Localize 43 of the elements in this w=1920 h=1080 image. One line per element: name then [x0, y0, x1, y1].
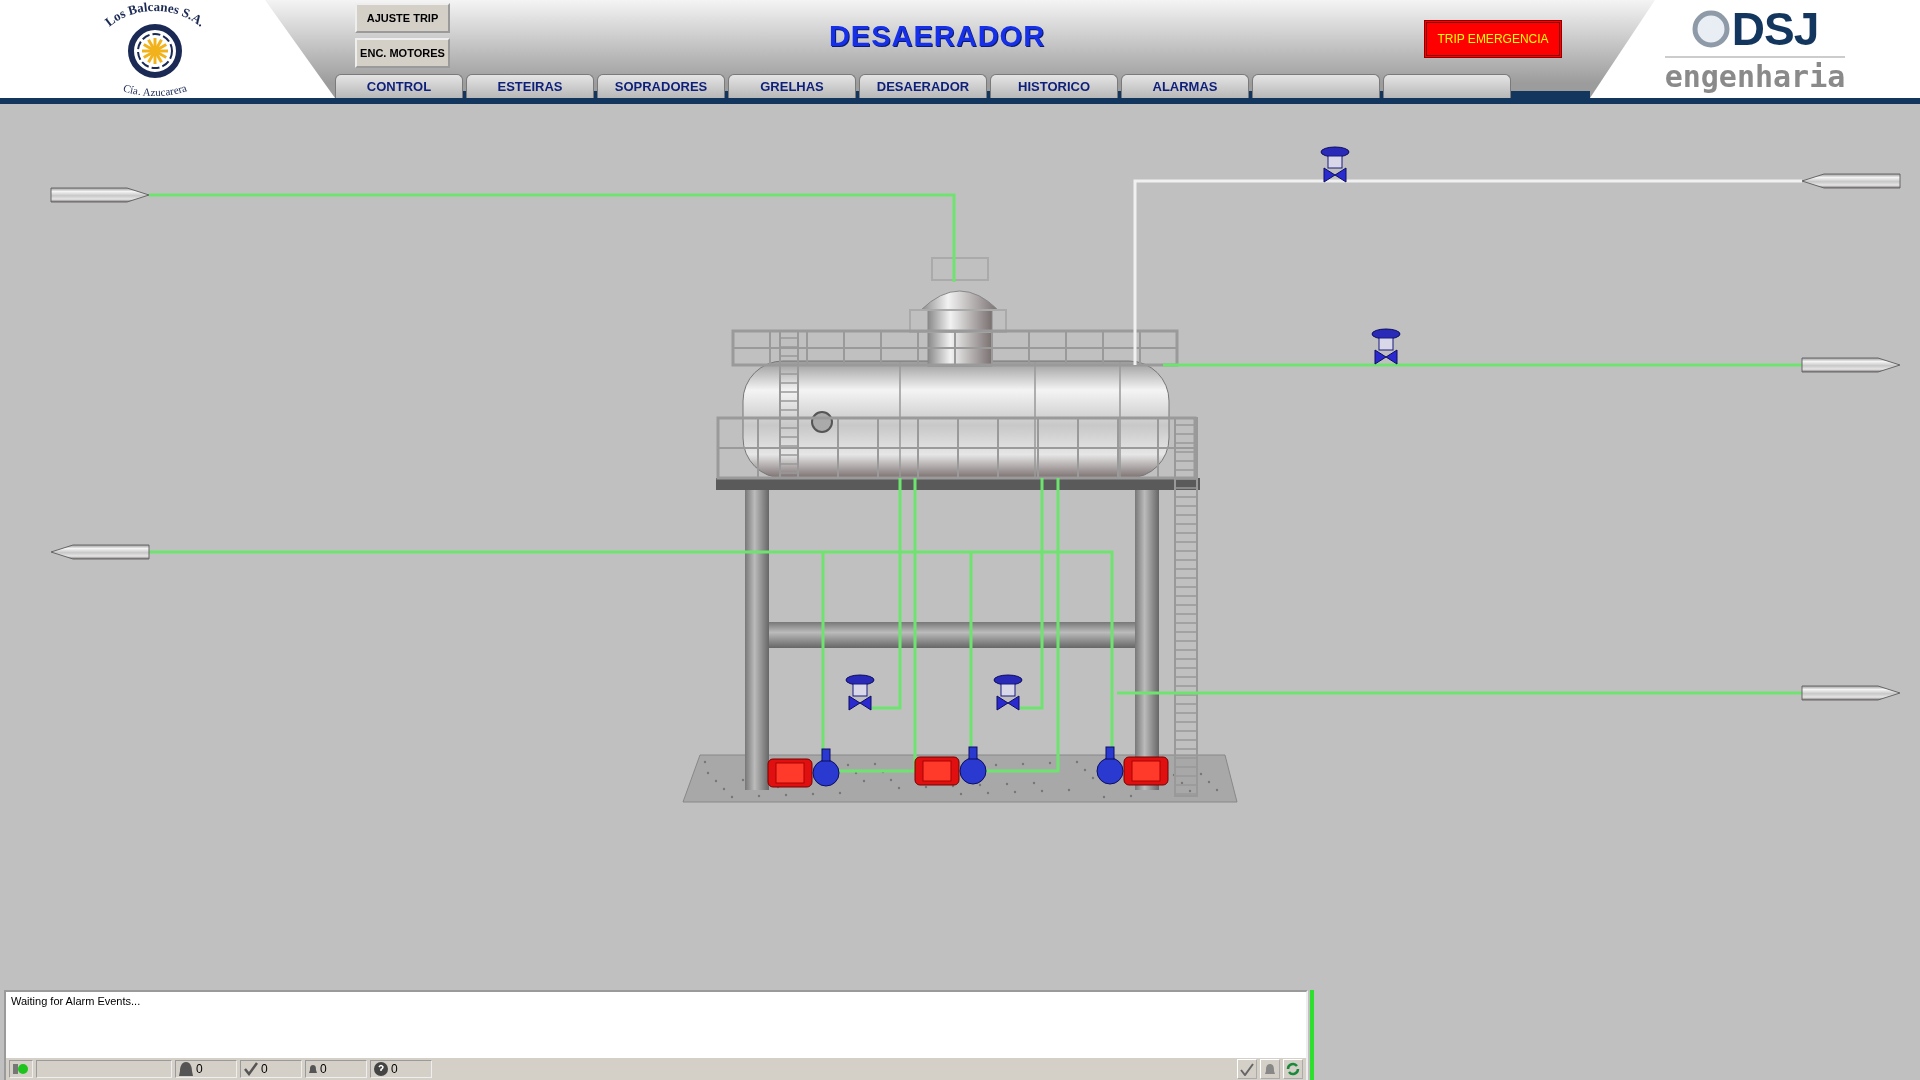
refresh-icon: [1286, 1062, 1300, 1076]
nav-tab[interactable]: HISTORICO: [990, 74, 1118, 98]
pipe-end-icon: [50, 187, 150, 203]
nav-tab[interactable]: ALARMAS: [1121, 74, 1249, 98]
refresh-button[interactable]: [1283, 1059, 1303, 1079]
nav-tab[interactable]: GRELHAS: [728, 74, 856, 98]
emergency-trip-button[interactable]: TRIP EMERGENCIA: [1424, 20, 1562, 58]
nav-tab[interactable]: CONTROL: [335, 74, 463, 98]
check-bell-icon: [244, 1062, 258, 1076]
company-logo: Los Balcanes S.A. Cía. Azucarera: [80, 0, 230, 99]
alarm-message: Waiting for Alarm Events...: [10, 994, 142, 1009]
alarm-count: 0: [196, 1062, 203, 1076]
pipe-end-icon: [50, 544, 150, 560]
question-icon: [374, 1062, 388, 1076]
pipe-end-icon: [1801, 685, 1901, 701]
silence-button[interactable]: [1260, 1059, 1280, 1079]
ring-icon: [1691, 10, 1730, 48]
motor-pump-icon[interactable]: [914, 746, 987, 786]
motor-pump-icon[interactable]: [1096, 746, 1169, 786]
control-valve-icon[interactable]: [1320, 146, 1350, 183]
screen-title: DESAERADOR: [827, 20, 1047, 53]
brand-name: DSJ: [1731, 6, 1819, 52]
nav-tab[interactable]: DESAERADOR: [859, 74, 987, 98]
motor-pump-icon[interactable]: [767, 748, 840, 788]
nav-tab[interactable]: SOPRADORES: [597, 74, 725, 98]
push-button[interactable]: AJUSTE TRIP: [355, 3, 450, 33]
alarm-count: 0: [261, 1062, 268, 1076]
pipe-end-icon: [1801, 357, 1901, 373]
nav-tab[interactable]: ESTEIRAS: [466, 74, 594, 98]
brand-tagline: engenharia: [1664, 56, 1846, 92]
control-valve-icon[interactable]: [1371, 328, 1401, 365]
alarm-count: 0: [320, 1062, 327, 1076]
bell-icon: [179, 1062, 193, 1076]
control-valve-icon[interactable]: [993, 674, 1023, 711]
bell-icon: [1265, 1064, 1275, 1074]
pipe-end-icon: [1801, 173, 1901, 189]
acknowledge-button[interactable]: [1237, 1059, 1257, 1079]
alarm-count: 0: [391, 1062, 398, 1076]
push-button[interactable]: ENC. MOTORES: [355, 38, 450, 68]
status-light-icon: [13, 1062, 29, 1076]
check-icon: [1240, 1062, 1254, 1076]
bell-icon: [309, 1065, 317, 1073]
control-valve-icon[interactable]: [845, 674, 875, 711]
